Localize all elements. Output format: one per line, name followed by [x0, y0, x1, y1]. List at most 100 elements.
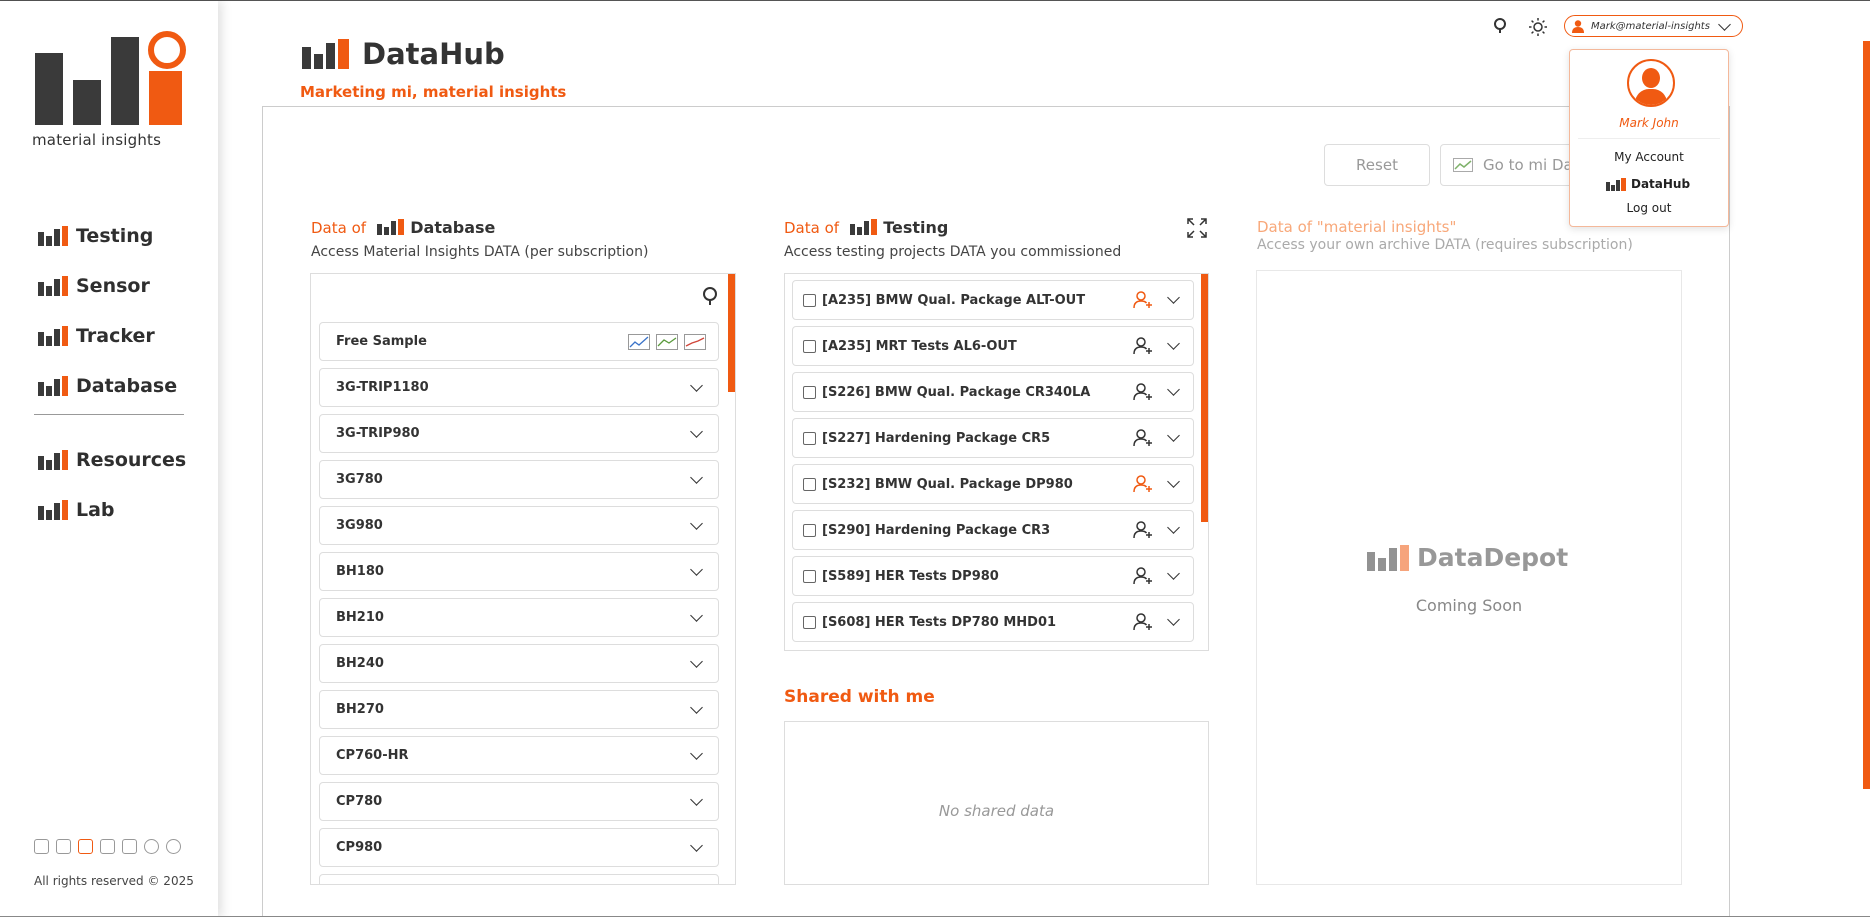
- list-item-label: 3G-TRIP980: [336, 426, 420, 441]
- mi-logo-icon: [850, 219, 878, 235]
- chart-icon: [628, 333, 650, 350]
- chevron-down-icon[interactable]: [1165, 295, 1183, 305]
- calendar-icon[interactable]: [122, 839, 137, 854]
- database-heading: Data of Database: [311, 218, 495, 237]
- reset-button[interactable]: Reset: [1324, 144, 1430, 186]
- datadepot-panel: DataDepot Coming Soon: [1256, 270, 1682, 885]
- project-label: [S589] HER Tests DP980: [822, 568, 999, 584]
- chevron-down-icon[interactable]: [688, 521, 706, 531]
- chart-icon: [656, 333, 678, 350]
- scrollbar-thumb[interactable]: [1201, 274, 1208, 522]
- list-item[interactable]: BH180: [319, 552, 719, 591]
- project-row[interactable]: [S290] Hardening Package CR3: [792, 510, 1194, 550]
- add-user-icon[interactable]: [1133, 429, 1153, 447]
- add-user-icon[interactable]: [1133, 383, 1153, 401]
- sidebar-item-lab[interactable]: Lab: [38, 485, 186, 535]
- list-item[interactable]: 3G-TRIP980: [319, 414, 719, 453]
- user-menu-button[interactable]: Mark@material-insights: [1564, 15, 1743, 37]
- go-to-database-button[interactable]: Go to mi Dat: [1440, 144, 1580, 186]
- heading-name: Testing: [883, 218, 949, 237]
- search-icon[interactable]: [701, 286, 719, 310]
- project-row[interactable]: [A235] MRT Tests AL6-OUT: [792, 326, 1194, 366]
- project-checkbox[interactable]: [803, 523, 816, 537]
- instagram-icon[interactable]: [166, 839, 181, 854]
- project-row[interactable]: [S589] HER Tests DP980: [792, 556, 1194, 596]
- project-checkbox[interactable]: [803, 385, 816, 399]
- list-item-label: 3G980: [336, 518, 383, 533]
- list-item[interactable]: CP780: [319, 782, 719, 821]
- project-checkbox[interactable]: [803, 569, 816, 583]
- person-icon[interactable]: [78, 839, 93, 854]
- sidebar-item-label: Resources: [76, 449, 187, 471]
- user-icon: [1572, 20, 1584, 33]
- chevron-down-icon[interactable]: [688, 659, 706, 669]
- chevron-down-icon[interactable]: [688, 613, 706, 623]
- chevron-down-icon[interactable]: [1165, 387, 1183, 397]
- project-row[interactable]: [S226] BMW Qual. Package CR340LA: [792, 372, 1194, 412]
- chevron-down-icon[interactable]: [688, 567, 706, 577]
- chevron-down-icon[interactable]: [1165, 617, 1183, 627]
- sidebar-item-resources[interactable]: Resources: [38, 435, 186, 485]
- sidebar-item-tracker[interactable]: Tracker: [38, 311, 186, 361]
- chevron-down-icon[interactable]: [1165, 341, 1183, 351]
- expand-icon[interactable]: [1187, 218, 1207, 242]
- project-row[interactable]: [S227] Hardening Package CR5: [792, 418, 1194, 458]
- add-user-icon[interactable]: [1133, 291, 1153, 309]
- project-row[interactable]: [S608] HER Tests DP780 MHD01: [792, 602, 1194, 642]
- my-account-link[interactable]: My Account: [1570, 150, 1728, 164]
- phone-icon[interactable]: [56, 839, 71, 854]
- free-sample-row[interactable]: Free Sample: [319, 322, 719, 361]
- chevron-down-icon[interactable]: [688, 797, 706, 807]
- chevron-down-icon[interactable]: [688, 705, 706, 715]
- chart-icon: [1453, 158, 1473, 172]
- chevron-down-icon[interactable]: [1165, 433, 1183, 443]
- project-checkbox[interactable]: [803, 339, 816, 353]
- sidebar-item-database[interactable]: Database: [38, 361, 186, 411]
- datahub-link[interactable]: DataHub: [1606, 177, 1690, 191]
- list-item[interactable]: BH210: [319, 598, 719, 637]
- chevron-down-icon[interactable]: [1165, 525, 1183, 535]
- project-checkbox[interactable]: [803, 477, 816, 491]
- building-icon[interactable]: [34, 839, 49, 854]
- add-user-icon[interactable]: [1133, 567, 1153, 585]
- list-item[interactable]: BH270: [319, 690, 719, 729]
- list-item[interactable]: CP980: [319, 828, 719, 867]
- chevron-down-icon[interactable]: [688, 429, 706, 439]
- brand-logo[interactable]: material insights: [32, 31, 187, 149]
- chevron-down-icon[interactable]: [1165, 479, 1183, 489]
- project-checkbox[interactable]: [803, 431, 816, 445]
- linkedin-icon[interactable]: [144, 839, 159, 854]
- list-item[interactable]: [319, 874, 719, 884]
- mail-icon[interactable]: [100, 839, 115, 854]
- list-item[interactable]: 3G780: [319, 460, 719, 499]
- chevron-down-icon[interactable]: [688, 751, 706, 761]
- scrollbar-thumb[interactable]: [728, 274, 735, 392]
- chevron-down-icon[interactable]: [1165, 571, 1183, 581]
- add-user-icon[interactable]: [1133, 475, 1153, 493]
- sidebar-item-sensor[interactable]: Sensor: [38, 261, 186, 311]
- chevron-down-icon[interactable]: [688, 475, 706, 485]
- project-checkbox[interactable]: [803, 293, 816, 307]
- project-checkbox[interactable]: [803, 615, 816, 629]
- list-item[interactable]: 3G-TRIP1180: [319, 368, 719, 407]
- project-row[interactable]: [A235] BMW Qual. Package ALT-OUT: [792, 280, 1194, 320]
- list-item[interactable]: CP760-HR: [319, 736, 719, 775]
- add-user-icon[interactable]: [1133, 337, 1153, 355]
- list-item[interactable]: 3G980: [319, 506, 719, 545]
- chevron-down-icon[interactable]: [688, 383, 706, 393]
- add-user-icon[interactable]: [1133, 521, 1153, 539]
- user-email: Mark@material-insights: [1591, 20, 1710, 32]
- user-dropdown-menu: Mark John My Account DataHub Log out: [1569, 49, 1729, 227]
- chevron-down-icon[interactable]: [688, 843, 706, 853]
- search-icon[interactable]: [1492, 17, 1510, 35]
- logout-link[interactable]: Log out: [1570, 201, 1728, 215]
- coming-soon-text: Coming Soon: [1415, 596, 1523, 615]
- heading-prefix: Data of: [784, 219, 840, 237]
- add-user-icon[interactable]: [1133, 613, 1153, 631]
- list-item[interactable]: BH240: [319, 644, 719, 683]
- project-row[interactable]: [S232] BMW Qual. Package DP980: [792, 464, 1194, 504]
- theme-toggle-icon[interactable]: [1528, 17, 1547, 36]
- chevron-down-icon: [1716, 22, 1732, 30]
- sidebar-item-testing[interactable]: Testing: [38, 211, 186, 261]
- page-scrollbar[interactable]: [1863, 41, 1870, 789]
